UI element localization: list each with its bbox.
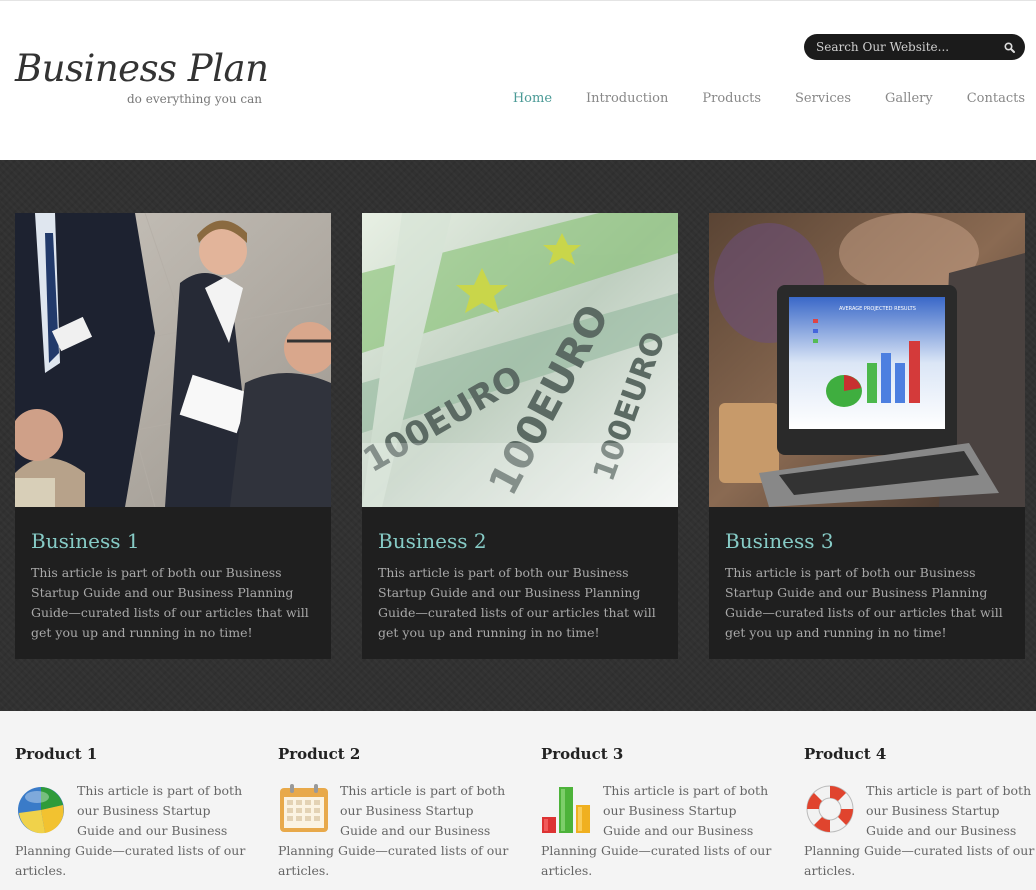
feature-title[interactable]: Business 2 (378, 529, 487, 553)
nav-item-gallery[interactable]: Gallery (885, 91, 933, 106)
product-title[interactable]: Product 4 (804, 745, 1036, 763)
search-icon (1003, 41, 1015, 53)
feature-card: AVERAGE PROJECTED RESULTS Business 3 Thi… (709, 213, 1025, 659)
logo-tagline: do everything you can (127, 92, 262, 106)
pie-chart-icon (18, 787, 64, 834)
feature-band: Business 1 This article is part of both … (0, 160, 1036, 711)
feature-card: 100EURO 100EURO 100EURO Business 2 This … (362, 213, 678, 659)
site-header: Business Plan do everything you can Home… (0, 0, 1036, 160)
search-button[interactable] (1002, 40, 1016, 54)
search-input[interactable] (814, 37, 994, 57)
product-title[interactable]: Product 2 (278, 745, 510, 763)
product-item: Product 3 This article is part of both o… (541, 745, 773, 881)
feature-title[interactable]: Business 3 (725, 529, 834, 553)
calendar-icon (280, 784, 328, 832)
laptop-chart-photo[interactable]: AVERAGE PROJECTED RESULTS (709, 213, 1025, 507)
product-item: Product 2 This article is part of both o… (278, 745, 510, 881)
feature-title[interactable]: Business 1 (31, 529, 140, 553)
product-title[interactable]: Product 3 (541, 745, 773, 763)
nav-item-services[interactable]: Services (795, 91, 851, 106)
business-meeting-photo[interactable] (15, 213, 331, 507)
main-nav: Home Introduction Products Services Gall… (479, 91, 1025, 106)
svg-text:AVERAGE PROJECTED RESULTS: AVERAGE PROJECTED RESULTS (839, 306, 916, 312)
product-item: Product 4 This article is part of both o… (804, 745, 1036, 881)
nav-item-products[interactable]: Products (702, 91, 761, 106)
logo-title[interactable]: Business Plan (15, 47, 269, 90)
products-section: Product 1 This article is part of both o… (0, 711, 1036, 890)
feature-text: This article is part of both our Busines… (725, 565, 1003, 640)
nav-item-introduction[interactable]: Introduction (586, 91, 668, 106)
bar-chart-icon (542, 787, 590, 833)
product-title[interactable]: Product 1 (15, 745, 247, 763)
lifebuoy-icon (806, 785, 854, 833)
feature-card: Business 1 This article is part of both … (15, 213, 331, 659)
euro-banknotes-photo[interactable]: 100EURO 100EURO 100EURO (362, 213, 678, 507)
nav-item-contacts[interactable]: Contacts (967, 91, 1025, 106)
feature-text: This article is part of both our Busines… (31, 565, 309, 640)
search-box (804, 34, 1025, 60)
product-item: Product 1 This article is part of both o… (15, 745, 247, 881)
nav-item-home[interactable]: Home (513, 91, 552, 106)
feature-text: This article is part of both our Busines… (378, 565, 656, 640)
